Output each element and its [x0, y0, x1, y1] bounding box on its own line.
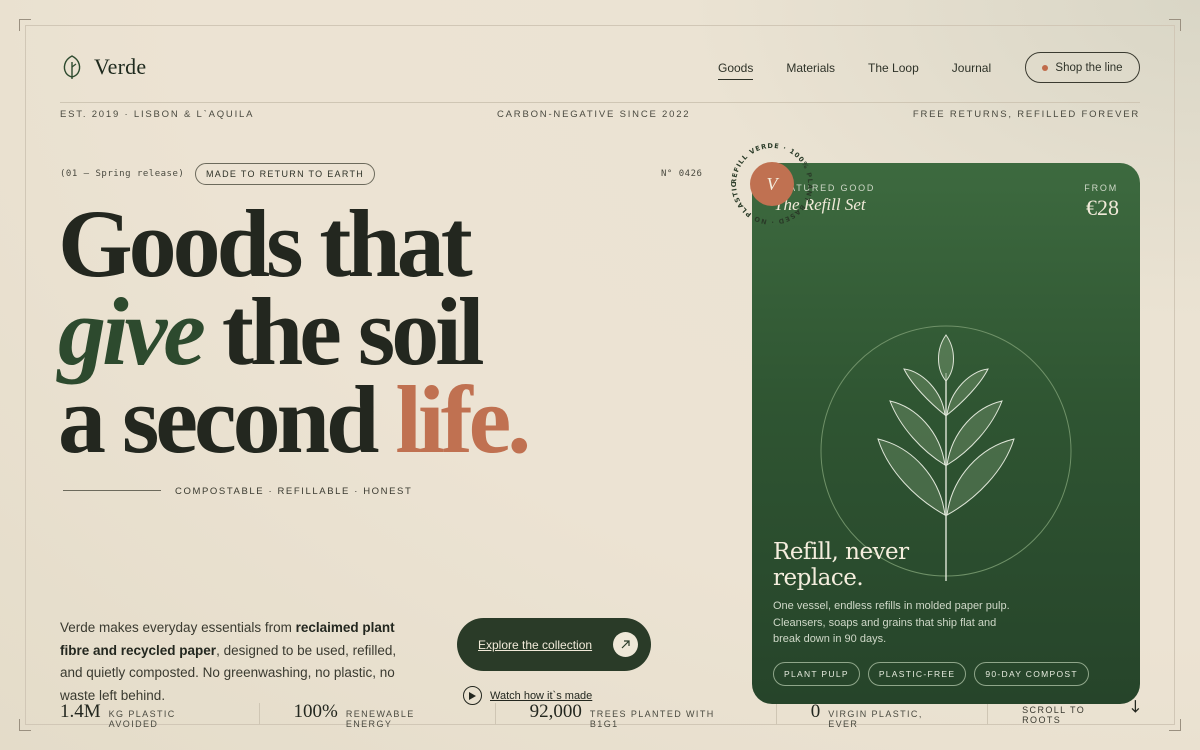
tagline-rule — [63, 490, 161, 491]
shop-button-label: Shop the line — [1055, 61, 1123, 74]
stat-plastic: 1.4M KG PLASTIC AVOIDED — [60, 701, 225, 729]
card-from-label: FROM — [1084, 183, 1118, 193]
arrow-up-right-icon — [613, 632, 638, 657]
explore-button-label: Explore the collection — [478, 637, 593, 652]
stat-label: KG PLASTIC AVOIDED — [108, 709, 176, 729]
stats-bar: 1.4M KG PLASTIC AVOIDED 100% RENEWABLE E… — [60, 700, 1140, 729]
shop-the-line-button[interactable]: Shop the line — [1025, 52, 1140, 83]
main-nav: Goods Materials The Loop Journal — [718, 61, 991, 80]
watch-link-label: Watch how it`s made — [490, 689, 593, 702]
stat-value: 92,000 — [529, 701, 582, 722]
meta-established: EST. 2019 · LISBON & L`AQUILA — [60, 109, 255, 120]
card-heading-line: replace. — [773, 565, 864, 591]
brand-name: Verde — [94, 54, 147, 79]
headline-line-3-main: a second — [58, 366, 396, 473]
refill-badge: REFILL VERDE · 100% PLANT BASED · NO PLA… — [728, 140, 813, 226]
meta-carbon: CARBON-NEGATIVE SINCE 2022 — [497, 109, 691, 120]
nav-item-goods[interactable]: Goods — [718, 61, 754, 80]
headline-line-2: give the soil — [58, 284, 527, 380]
explore-collection-button[interactable]: Explore the collection — [457, 618, 651, 671]
nav-item-materials[interactable]: Materials — [786, 61, 835, 80]
corner-mark — [1169, 719, 1181, 731]
stat-label: RENEWABLE ENERGY — [345, 709, 415, 729]
nav-item-the-loop[interactable]: The Loop — [868, 61, 919, 80]
hero-tagline: COMPOSTABLE · REFILLABLE · HONEST — [175, 486, 413, 497]
headline-accent: life. — [395, 366, 531, 473]
hero-headline: Goods that give the soil a second life. — [58, 190, 531, 468]
stat-virgin-plastic: 0 VIRGIN PLASTIC, EVER — [810, 701, 953, 729]
description-text: Verde makes everyday essentials from — [60, 620, 296, 635]
meta-returns: FREE RETURNS, REFILLED FOREVER — [912, 109, 1140, 120]
nav-item-journal[interactable]: Journal — [952, 61, 991, 80]
tag-90-day-compost: 90-DAY COMPOST — [974, 662, 1089, 686]
hero-description: Verde makes everyday essentials from rec… — [60, 617, 420, 707]
brand-logo[interactable]: Verde — [60, 54, 146, 80]
stat-value: 0 — [810, 701, 821, 722]
stat-trees: 92,000 TREES PLANTED WITH B1G1 — [529, 701, 742, 729]
corner-mark — [19, 19, 31, 31]
corner-mark — [19, 719, 31, 731]
serial-number: N° 0426 — [661, 169, 703, 179]
scroll-label: SCROLL TO ROOTS — [1022, 705, 1086, 725]
stat-value: 100% — [293, 701, 338, 722]
stat-label: VIRGIN PLASTIC, EVER — [828, 709, 923, 729]
stat-energy: 100% RENEWABLE ENERGY — [293, 701, 461, 729]
header-divider — [60, 102, 1140, 103]
release-kicker: (01 — Spring release) — [60, 169, 185, 179]
tag-plastic-free: PLASTIC-FREE — [867, 662, 967, 686]
leaf-icon — [63, 55, 81, 79]
arrow-down-icon — [1131, 700, 1140, 713]
featured-product-card[interactable]: FEATURED GOOD The Refill Set FROM €28 Re… — [752, 163, 1140, 704]
corner-mark — [1169, 19, 1181, 31]
stat-divider — [987, 703, 989, 725]
status-dot — [1042, 64, 1049, 71]
stat-divider — [258, 703, 260, 725]
card-price: €28 — [1086, 195, 1119, 220]
stat-divider — [775, 703, 777, 725]
tag-plant-pulp: PLANT PULP — [773, 662, 860, 686]
stat-value: 1.4M — [60, 701, 101, 722]
headline-line-3: a second life. — [58, 372, 531, 468]
earth-pill: MADE TO RETURN TO EARTH — [195, 163, 376, 185]
stat-divider — [494, 703, 496, 725]
stat-label: TREES PLANTED WITH B1G1 — [589, 709, 715, 729]
headline-line-1: Goods that — [58, 190, 473, 297]
card-heading-line: Refill, never — [773, 539, 909, 565]
card-description: One vessel, endless refills in molded pa… — [773, 600, 1010, 645]
card-tag-list: PLANT PULP PLASTIC-FREE 90-DAY COMPOST — [773, 662, 1089, 686]
card-heading: Refill, never replace. — [773, 539, 909, 591]
